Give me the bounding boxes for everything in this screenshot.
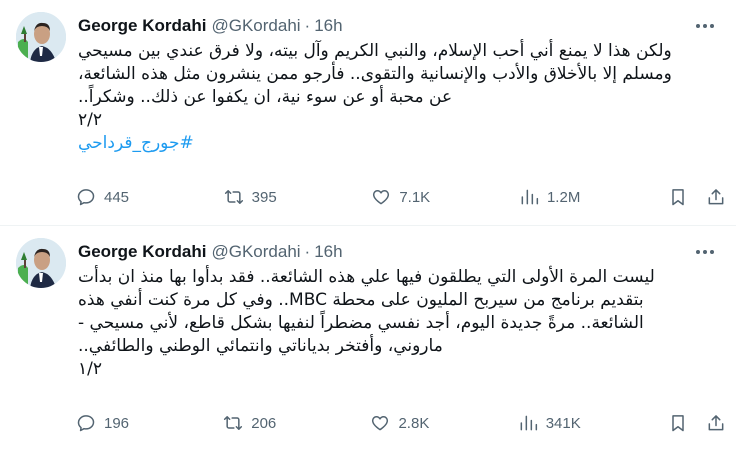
views-icon	[520, 415, 537, 431]
tweet-text: ليست المرة الأولى التي يطلقون فيها علي ه…	[78, 266, 720, 381]
retweet-button[interactable]: 206	[223, 413, 283, 433]
views-button[interactable]: 341K	[518, 413, 581, 433]
tweet-header: George Kordahi @GKordahi · 16h	[78, 240, 720, 264]
like-button[interactable]: 2.8K	[370, 413, 430, 433]
tweet-actions: 196 206 2.8K 341K	[76, 410, 726, 436]
reply-count: 445	[104, 188, 130, 206]
bookmark-icon[interactable]	[668, 187, 688, 207]
tweet-extra-actions	[668, 187, 726, 207]
reply-icon	[77, 189, 95, 206]
timestamp[interactable]: 16h	[314, 16, 342, 36]
view-count: 1.2M	[546, 188, 581, 206]
author-name[interactable]: George Kordahi	[78, 242, 206, 262]
tweet-line: ماروني، وأفتخر بدياناتي وانتمائي الوطني …	[78, 336, 443, 356]
tweet-line: ١/٢	[78, 359, 102, 379]
retweet-icon	[224, 190, 243, 204]
tweet-line: الشائعة.. مرةً جديدة اليوم، أجد نفسي مضط…	[78, 313, 644, 333]
separator: ·	[304, 242, 311, 261]
reply-icon	[77, 415, 95, 432]
view-count: 341K	[545, 414, 581, 432]
tweet[interactable]: George Kordahi @GKordahi · 16h ولكن هذا …	[0, 0, 736, 226]
reply-count: 196	[104, 414, 130, 432]
retweet-count: 206	[251, 414, 277, 432]
avatar[interactable]	[16, 238, 66, 288]
timestamp[interactable]: 16h	[314, 242, 342, 262]
hashtag-link[interactable]: #جورج_قرداحي	[78, 133, 194, 153]
heart-icon	[372, 416, 389, 431]
like-count: 7.1K	[399, 188, 431, 206]
more-options-icon[interactable]	[690, 240, 720, 264]
tweet-line: ومسلم إلا بالأخلاق والأدب والإنسانية وال…	[78, 64, 672, 84]
profile-photo	[16, 238, 66, 288]
views-icon	[521, 189, 539, 205]
author-handle[interactable]: @GKordahi	[211, 16, 300, 36]
more-options-icon[interactable]	[690, 14, 720, 38]
profile-photo	[16, 12, 66, 62]
tweet-text: ولكن هذا لا يمنع أني أحب الإسلام، والنبي…	[78, 40, 720, 155]
tweet-line: بتقديم برنامج من سيربح المليون على محطة …	[78, 290, 644, 310]
author-name[interactable]: George Kordahi	[78, 16, 206, 36]
tweet-line: ليست المرة الأولى التي يطلقون فيها علي ه…	[78, 267, 655, 287]
tweet-header: George Kordahi @GKordahi · 16h	[78, 14, 720, 38]
tweet-line: ٢/٢	[78, 110, 102, 130]
bookmark-icon[interactable]	[668, 413, 688, 433]
reply-button[interactable]: 196	[76, 413, 136, 433]
tweet-line: ولكن هذا لا يمنع أني أحب الإسلام، والنبي…	[78, 41, 672, 61]
avatar[interactable]	[16, 12, 66, 62]
retweet-icon	[224, 416, 243, 430]
separator: ·	[304, 16, 311, 35]
tweet[interactable]: George Kordahi @GKordahi · 16h ليست المر…	[0, 226, 736, 452]
views-button[interactable]: 1.2M	[519, 187, 580, 207]
retweet-count: 395	[251, 188, 277, 206]
share-icon[interactable]	[706, 187, 726, 207]
like-count: 2.8K	[398, 414, 430, 432]
retweet-button[interactable]: 395	[224, 187, 284, 207]
tweet-actions: 445 395 7.1K 1.2M	[76, 184, 726, 210]
share-icon[interactable]	[706, 413, 726, 433]
heart-icon	[373, 190, 390, 205]
tweet-extra-actions	[668, 413, 726, 433]
author-handle[interactable]: @GKordahi	[211, 242, 300, 262]
reply-button[interactable]: 445	[76, 187, 136, 207]
tweet-line: عن محبة أو عن سوء نية، ان يكفوا عن ذلك..…	[78, 87, 453, 107]
like-button[interactable]: 7.1K	[371, 187, 431, 207]
